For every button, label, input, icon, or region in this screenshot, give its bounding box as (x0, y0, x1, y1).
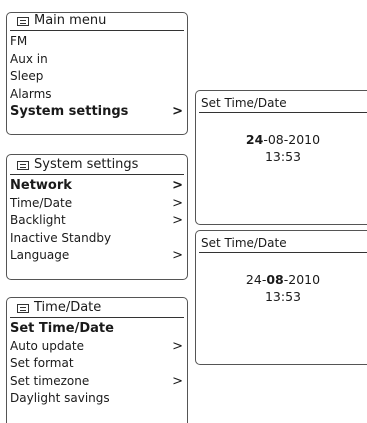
menu-item-label: Network (10, 178, 72, 193)
main-menu-title: Main menu (34, 13, 107, 28)
system-settings-header: System settings (10, 157, 184, 175)
menu-item-aux-in[interactable]: Aux in (7, 51, 187, 69)
time-readout: 13:53 (264, 289, 302, 304)
system-settings-list: Network > Time/Date > Backlight > Inacti… (7, 177, 187, 265)
time-date-menu-title: Time/Date (34, 300, 102, 315)
menu-item-daylight-savings[interactable]: Daylight savings (7, 390, 187, 408)
system-settings-title: System settings (34, 157, 139, 172)
menu-item-label: FM (10, 34, 28, 48)
menu-item-auto-update[interactable]: Auto update > (7, 338, 187, 356)
date-year-field[interactable]: 2010 (288, 272, 320, 287)
system-settings-screen: System settings Network > Time/Date > Ba… (6, 154, 188, 280)
menu-item-label: Daylight savings (10, 391, 110, 405)
menu-item-backlight[interactable]: Backlight > (7, 212, 187, 230)
menu-item-label: Language (10, 248, 70, 262)
chevron-right-icon: > (172, 248, 183, 263)
set-time-date-title: Set Time/Date (201, 236, 287, 250)
date-readout: 24-08-2010 (196, 271, 367, 288)
chevron-right-icon: > (172, 338, 183, 354)
date-readout: 24-08-2010 (196, 131, 367, 148)
menu-item-language[interactable]: Language > (7, 247, 187, 265)
menu-item-label: Aux in (10, 51, 48, 66)
list-menu-icon (17, 16, 29, 26)
menu-item-inactive-standby[interactable]: Inactive Standby (7, 230, 187, 248)
chevron-right-icon: > (172, 373, 183, 389)
menu-item-label: Set timezone (10, 373, 90, 388)
time-date-display: 24-08-2010 13:53 (196, 271, 367, 305)
main-menu-list: FM Aux in Sleep Alarms System settings > (7, 33, 187, 121)
menu-item-label: Auto update (10, 338, 84, 353)
set-time-date-month-screen: Set Time/Date 24-08-2010 13:53 (195, 230, 367, 365)
time-readout: 13:53 (264, 149, 302, 164)
set-time-date-title: Set Time/Date (201, 96, 287, 110)
date-day-field[interactable]: 24 (246, 132, 263, 147)
menu-item-label: Inactive Standby (10, 230, 112, 245)
menu-item-label: System settings (10, 104, 129, 119)
set-time-date-header: Set Time/Date (199, 235, 367, 253)
chevron-right-icon: > (172, 178, 183, 193)
menu-item-alarms[interactable]: Alarms (7, 86, 187, 104)
chevron-right-icon: > (172, 213, 183, 228)
menu-item-label: Set Time/Date (10, 321, 114, 336)
menu-item-fm[interactable]: FM (7, 33, 187, 51)
menu-item-network[interactable]: Network > (7, 177, 187, 195)
menu-item-set-time-date[interactable]: Set Time/Date (7, 320, 187, 338)
main-menu-header: Main menu (10, 13, 184, 31)
time-date-menu-list: Set Time/Date Auto update > Set format S… (7, 320, 187, 408)
list-menu-icon (17, 303, 29, 313)
date-year-field[interactable]: 2010 (288, 132, 320, 147)
main-menu-screen: Main menu FM Aux in Sleep Alarms System … (6, 12, 188, 135)
chevron-right-icon: > (172, 195, 183, 211)
time-date-display: 24-08-2010 13:53 (196, 131, 367, 165)
date-month-field[interactable]: 08 (266, 272, 283, 287)
date-day-field[interactable]: 24 (246, 272, 262, 287)
time-date-menu-screen: Time/Date Set Time/Date Auto update > Se… (6, 297, 188, 423)
menu-item-set-format[interactable]: Set format (7, 355, 187, 373)
date-month-field[interactable]: 08 (268, 132, 284, 147)
menu-item-sleep[interactable]: Sleep (7, 68, 187, 86)
menu-item-set-timezone[interactable]: Set timezone > (7, 373, 187, 391)
menu-item-label: Set format (10, 356, 74, 370)
set-time-date-day-screen: Set Time/Date 24-08-2010 13:53 (195, 90, 367, 225)
menu-item-time-date[interactable]: Time/Date > (7, 195, 187, 213)
menu-item-label: Backlight (10, 213, 66, 227)
menu-item-label: Sleep (10, 69, 44, 83)
time-date-menu-header: Time/Date (10, 300, 184, 318)
menu-item-system-settings[interactable]: System settings > (7, 103, 187, 121)
set-time-date-header: Set Time/Date (199, 95, 367, 113)
list-menu-icon (17, 160, 29, 170)
menu-item-label: Alarms (10, 86, 52, 101)
chevron-right-icon: > (172, 104, 183, 119)
menu-item-label: Time/Date (10, 195, 73, 210)
